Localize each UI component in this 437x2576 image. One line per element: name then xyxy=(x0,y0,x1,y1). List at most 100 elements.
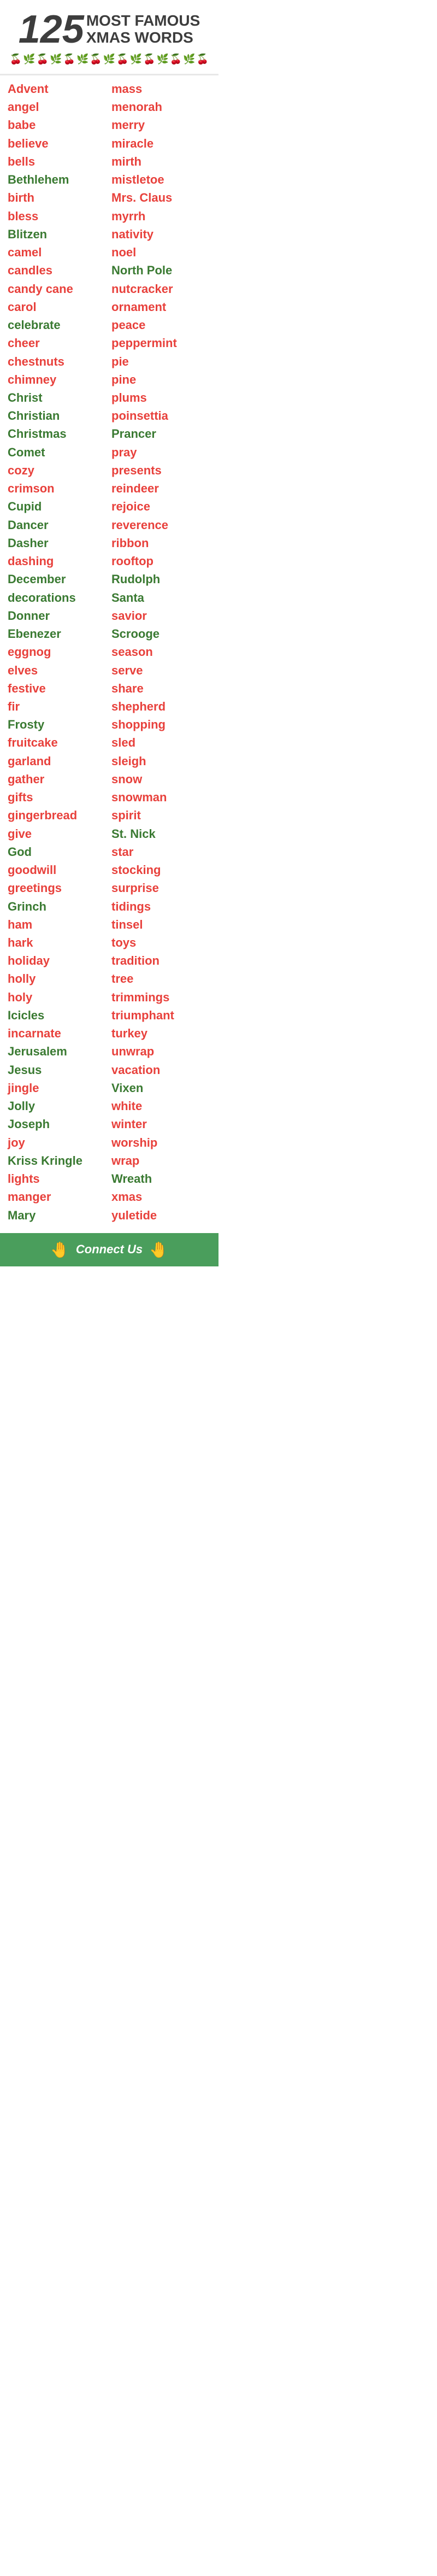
right-word-item: season xyxy=(109,643,213,661)
left-word-item: elves xyxy=(5,661,109,679)
holly-leaf4: 🌿 xyxy=(103,54,115,65)
right-word-item: rejoice xyxy=(109,497,213,515)
left-word-item: holly xyxy=(5,970,109,988)
left-word-item: incarnate xyxy=(5,1024,109,1042)
title-row: 125 MOST FAMOUS XMAS WORDS xyxy=(9,10,210,49)
left-word-item: Kriss Kringle xyxy=(5,1152,109,1170)
right-word-item: St. Nick xyxy=(109,825,213,843)
right-word-item: mass xyxy=(109,80,213,98)
left-word-item: cheer xyxy=(5,334,109,352)
left-word-item: chestnuts xyxy=(5,353,109,371)
holly-berry2: 🍒 xyxy=(63,54,75,65)
right-word-item: poinsettia xyxy=(109,407,213,425)
left-word-item: Cupid xyxy=(5,497,109,515)
left-word-item: Advent xyxy=(5,80,109,98)
left-word-item: Mary xyxy=(5,1206,109,1224)
left-word-item: Jolly xyxy=(5,1097,109,1115)
left-word-item: goodwill xyxy=(5,861,109,879)
left-word-item: babe xyxy=(5,116,109,134)
right-word-item: presents xyxy=(109,461,213,479)
holly-leaf6: 🌿 xyxy=(156,54,168,65)
right-word-item: menorah xyxy=(109,98,213,116)
header: 125 MOST FAMOUS XMAS WORDS 🍒 🌿 🍒 🌿 🍒 🌿 🍒… xyxy=(0,0,218,75)
left-word-item: Frosty xyxy=(5,715,109,734)
right-word-item: pray xyxy=(109,443,213,461)
right-word-item: savior xyxy=(109,607,213,625)
left-word-item: Christ xyxy=(5,389,109,407)
left-word-item: fir xyxy=(5,697,109,715)
right-word-item: ornament xyxy=(109,298,213,316)
left-hand-icon: 🤚 xyxy=(50,1241,69,1259)
right-word-item: white xyxy=(109,1097,213,1115)
right-word-item: myrrh xyxy=(109,207,213,225)
left-word-item: Joseph xyxy=(5,1115,109,1133)
right-word-item: snowman xyxy=(109,788,213,806)
left-word-item: Ebenezer xyxy=(5,625,109,643)
left-word-item: believe xyxy=(5,134,109,152)
left-word-item: greetings xyxy=(5,879,109,897)
right-word-item: serve xyxy=(109,661,213,679)
holly-berry7: 🍒 xyxy=(197,54,209,65)
left-word-item: camel xyxy=(5,243,109,261)
left-word-item: festive xyxy=(5,679,109,697)
right-word-item: yuletide xyxy=(109,1206,213,1224)
left-word-item: lights xyxy=(5,1170,109,1188)
right-word-item: miracle xyxy=(109,134,213,152)
right-word-item: xmas xyxy=(109,1188,213,1206)
right-word-item: shopping xyxy=(109,715,213,734)
left-word-item: eggnog xyxy=(5,643,109,661)
word-list: AdventangelbabebelievebellsBethlehembirt… xyxy=(0,75,218,1233)
left-word-item: Bethlehem xyxy=(5,171,109,189)
right-word-item: nativity xyxy=(109,225,213,243)
holly-leaf7: 🌿 xyxy=(183,54,195,65)
left-word-item: holiday xyxy=(5,952,109,970)
right-word-item: sled xyxy=(109,734,213,752)
holly-leaf: 🌿 xyxy=(23,54,35,65)
left-word-item: Christian xyxy=(5,407,109,425)
left-word-item: gifts xyxy=(5,788,109,806)
holly-icon: 🍒 xyxy=(10,54,22,65)
left-word-item: Dasher xyxy=(5,534,109,552)
right-word-item: worship xyxy=(109,1134,213,1152)
left-word-item: manger xyxy=(5,1188,109,1206)
right-word-item: Scrooge xyxy=(109,625,213,643)
left-word-item: birth xyxy=(5,189,109,207)
left-word-item: Comet xyxy=(5,443,109,461)
right-word-item: peace xyxy=(109,316,213,334)
right-word-item: pie xyxy=(109,353,213,371)
left-word-item: Icicles xyxy=(5,1006,109,1024)
right-word-item: Vixen xyxy=(109,1079,213,1097)
right-word-column: massmenorahmerrymiraclemirthmistletoeMrs… xyxy=(109,80,213,1224)
left-word-item: cozy xyxy=(5,461,109,479)
holly-leaf3: 🌿 xyxy=(76,54,88,65)
right-word-item: noel xyxy=(109,243,213,261)
right-word-item: triumphant xyxy=(109,1006,213,1024)
right-word-item: share xyxy=(109,679,213,697)
right-word-item: peppermint xyxy=(109,334,213,352)
left-word-item: Jesus xyxy=(5,1061,109,1079)
right-word-item: star xyxy=(109,843,213,861)
header-number: 125 xyxy=(19,10,84,49)
right-word-item: reverence xyxy=(109,516,213,534)
right-word-item: Wreath xyxy=(109,1170,213,1188)
left-word-item: gather xyxy=(5,770,109,788)
holly-leaf2: 🌿 xyxy=(50,54,62,65)
left-word-item: carol xyxy=(5,298,109,316)
left-word-item: Donner xyxy=(5,607,109,625)
right-word-item: North Pole xyxy=(109,261,213,279)
right-word-item: merry xyxy=(109,116,213,134)
right-word-item: nutcracker xyxy=(109,280,213,298)
holly-berry4: 🍒 xyxy=(116,54,128,65)
left-word-column: AdventangelbabebelievebellsBethlehembirt… xyxy=(5,80,109,1224)
left-word-item: Christmas xyxy=(5,425,109,443)
left-word-item: bells xyxy=(5,152,109,171)
left-word-item: December xyxy=(5,570,109,588)
left-word-item: God xyxy=(5,843,109,861)
right-word-item: wrap xyxy=(109,1152,213,1170)
left-word-item: angel xyxy=(5,98,109,116)
holly-leaf5: 🌿 xyxy=(130,54,142,65)
left-word-item: Dancer xyxy=(5,516,109,534)
right-word-item: mistletoe xyxy=(109,171,213,189)
right-word-item: pine xyxy=(109,371,213,389)
right-word-item: sleigh xyxy=(109,752,213,770)
